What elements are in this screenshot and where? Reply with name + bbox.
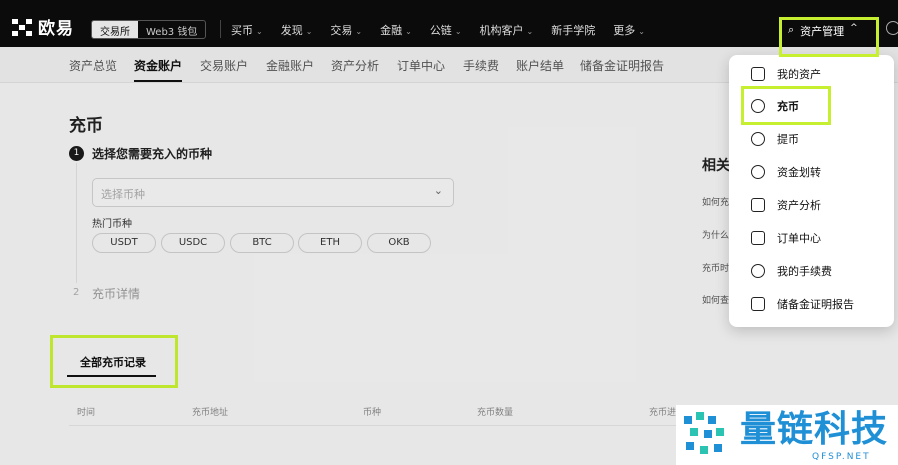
tab-fees[interactable]: 手续费 [463,57,499,74]
active-tab-underline [134,80,182,82]
menu-item-withdraw[interactable]: 提币 [751,131,799,147]
top-navigation-bar: 欧易 交易所 Web3 钱包 买币 ⌄ 发现 ⌄ 交易 ⌄ 金融 ⌄ 公链 ⌄ 机构客户 ⌄… [0,0,898,47]
hot-coins-label: 热门币种 [92,219,132,230]
menu-item-label: 我的手续费 [777,265,832,278]
related-link-4[interactable]: 如何查 [702,293,729,306]
asset-management-highlight [779,17,879,57]
tab-asset-overview[interactable]: 资产总览 [69,57,117,74]
menu-item-deposit[interactable]: 充币 [751,98,799,114]
tab-funding-account[interactable]: 资金账户 [134,57,182,74]
tab-trading-account[interactable]: 交易账户 [200,57,248,74]
logo-text: 欧易 [38,19,74,39]
nav-divider [220,20,221,38]
hot-coin-usdc[interactable]: USDC [161,233,225,253]
page-title: 充币 [69,116,103,136]
tab-finance-account[interactable]: 金融账户 [266,57,314,74]
chart-icon [751,198,765,212]
okx-logo-icon [12,18,32,36]
upload-icon [751,132,765,146]
step-1-badge: 1 [69,146,84,161]
menu-item-my-assets[interactable]: 我的资产 [751,66,821,82]
nav-trade[interactable]: 交易 ⌄ [330,22,362,38]
table-divider [69,425,709,426]
related-link-1[interactable]: 如何充 [702,195,729,208]
menu-item-label: 储备金证明报告 [777,298,854,311]
menu-item-transfer[interactable]: 资金划转 [751,164,821,180]
tab-all-deposit-records[interactable]: 全部充币记录 [80,354,146,370]
hot-coin-eth[interactable]: ETH [298,233,362,253]
records-tab-underline [67,375,156,377]
hot-coin-usdt[interactable]: USDT [92,233,156,253]
wallet-icon [751,67,765,81]
step-1-title: 选择您需要充入的币种 [92,147,213,161]
menu-item-label: 充币 [777,100,799,113]
chevron-down-icon: ⌄ [433,184,443,197]
column-time: 时间 [77,408,96,418]
column-coin: 币种 [363,408,382,418]
menu-item-label: 资产分析 [777,199,821,212]
chevron-down-icon: ⌄ [305,27,313,36]
tab-asset-analysis[interactable]: 资产分析 [331,57,379,74]
segment-exchange[interactable]: 交易所 [92,21,138,38]
download-icon [751,99,765,113]
nav-academy[interactable]: 新手学院 [551,22,595,38]
watermark-logo-icon [684,412,724,454]
step-2-number: 2 [73,287,80,298]
column-deposit-address: 充币地址 [192,408,229,418]
nav-more[interactable]: 更多 ⌄ [613,22,645,38]
calendar-icon [751,231,765,245]
coin-select-placeholder: 选择币种 [101,188,145,201]
hot-coin-btc[interactable]: BTC [230,233,294,253]
coin-select-dropdown[interactable]: 选择币种 ⌄ [92,178,454,207]
menu-item-proof-of-reserves[interactable]: 储备金证明报告 [751,296,854,312]
nav-finance[interactable]: 金融 ⌄ [380,22,412,38]
menu-item-label: 提币 [777,133,799,146]
column-amount: 充币数量 [477,408,514,418]
step-connector [76,163,77,283]
step-2-title: 充币详情 [92,287,141,301]
percent-icon [751,264,765,278]
logo[interactable]: 欧易 [12,14,74,39]
transfer-icon [751,165,765,179]
platform-switch: 交易所 Web3 钱包 [91,20,207,39]
user-icon[interactable] [886,21,898,35]
chevron-down-icon: ⌄ [638,27,645,36]
chevron-down-icon: ⌄ [405,27,412,36]
watermark-subtext: QFSP.NET [812,452,871,462]
tab-order-center[interactable]: 订单中心 [397,57,445,74]
tab-statements[interactable]: 账户结单 [516,57,564,74]
nav-discover[interactable]: 发现 ⌄ [281,22,313,38]
tab-proof-of-reserves[interactable]: 储备金证明报告 [580,57,664,74]
chevron-down-icon: ⌄ [256,27,263,36]
menu-item-label: 我的资产 [777,68,821,81]
menu-item-asset-analysis[interactable]: 资产分析 [751,197,821,213]
nav-chain[interactable]: 公链 ⌄ [430,22,462,38]
main-nav: 买币 ⌄ 发现 ⌄ 交易 ⌄ 金融 ⌄ 公链 ⌄ 机构客户 ⌄ 新手学院 更多 ⌄ [231,22,645,38]
related-title: 相关 [702,158,730,174]
hot-coin-okb[interactable]: OKB [367,233,431,253]
nav-institutional[interactable]: 机构客户 ⌄ [480,22,534,38]
column-progress: 充币进 [649,408,677,418]
menu-item-label: 资金划转 [777,166,821,179]
document-icon [751,297,765,311]
chevron-down-icon: ⌄ [454,27,462,36]
menu-item-order-center[interactable]: 订单中心 [751,230,821,246]
related-link-3[interactable]: 充币时 [702,261,729,274]
menu-item-my-fees[interactable]: 我的手续费 [751,263,832,279]
menu-item-label: 订单中心 [777,232,821,245]
chevron-down-icon: ⌄ [526,27,534,36]
segment-web3-wallet[interactable]: Web3 钱包 [138,21,205,38]
chevron-down-icon: ⌄ [355,27,363,36]
watermark-text: 量链科技 [740,409,889,450]
nav-buy[interactable]: 买币 ⌄ [231,22,263,38]
related-link-2[interactable]: 为什么 [702,228,729,241]
